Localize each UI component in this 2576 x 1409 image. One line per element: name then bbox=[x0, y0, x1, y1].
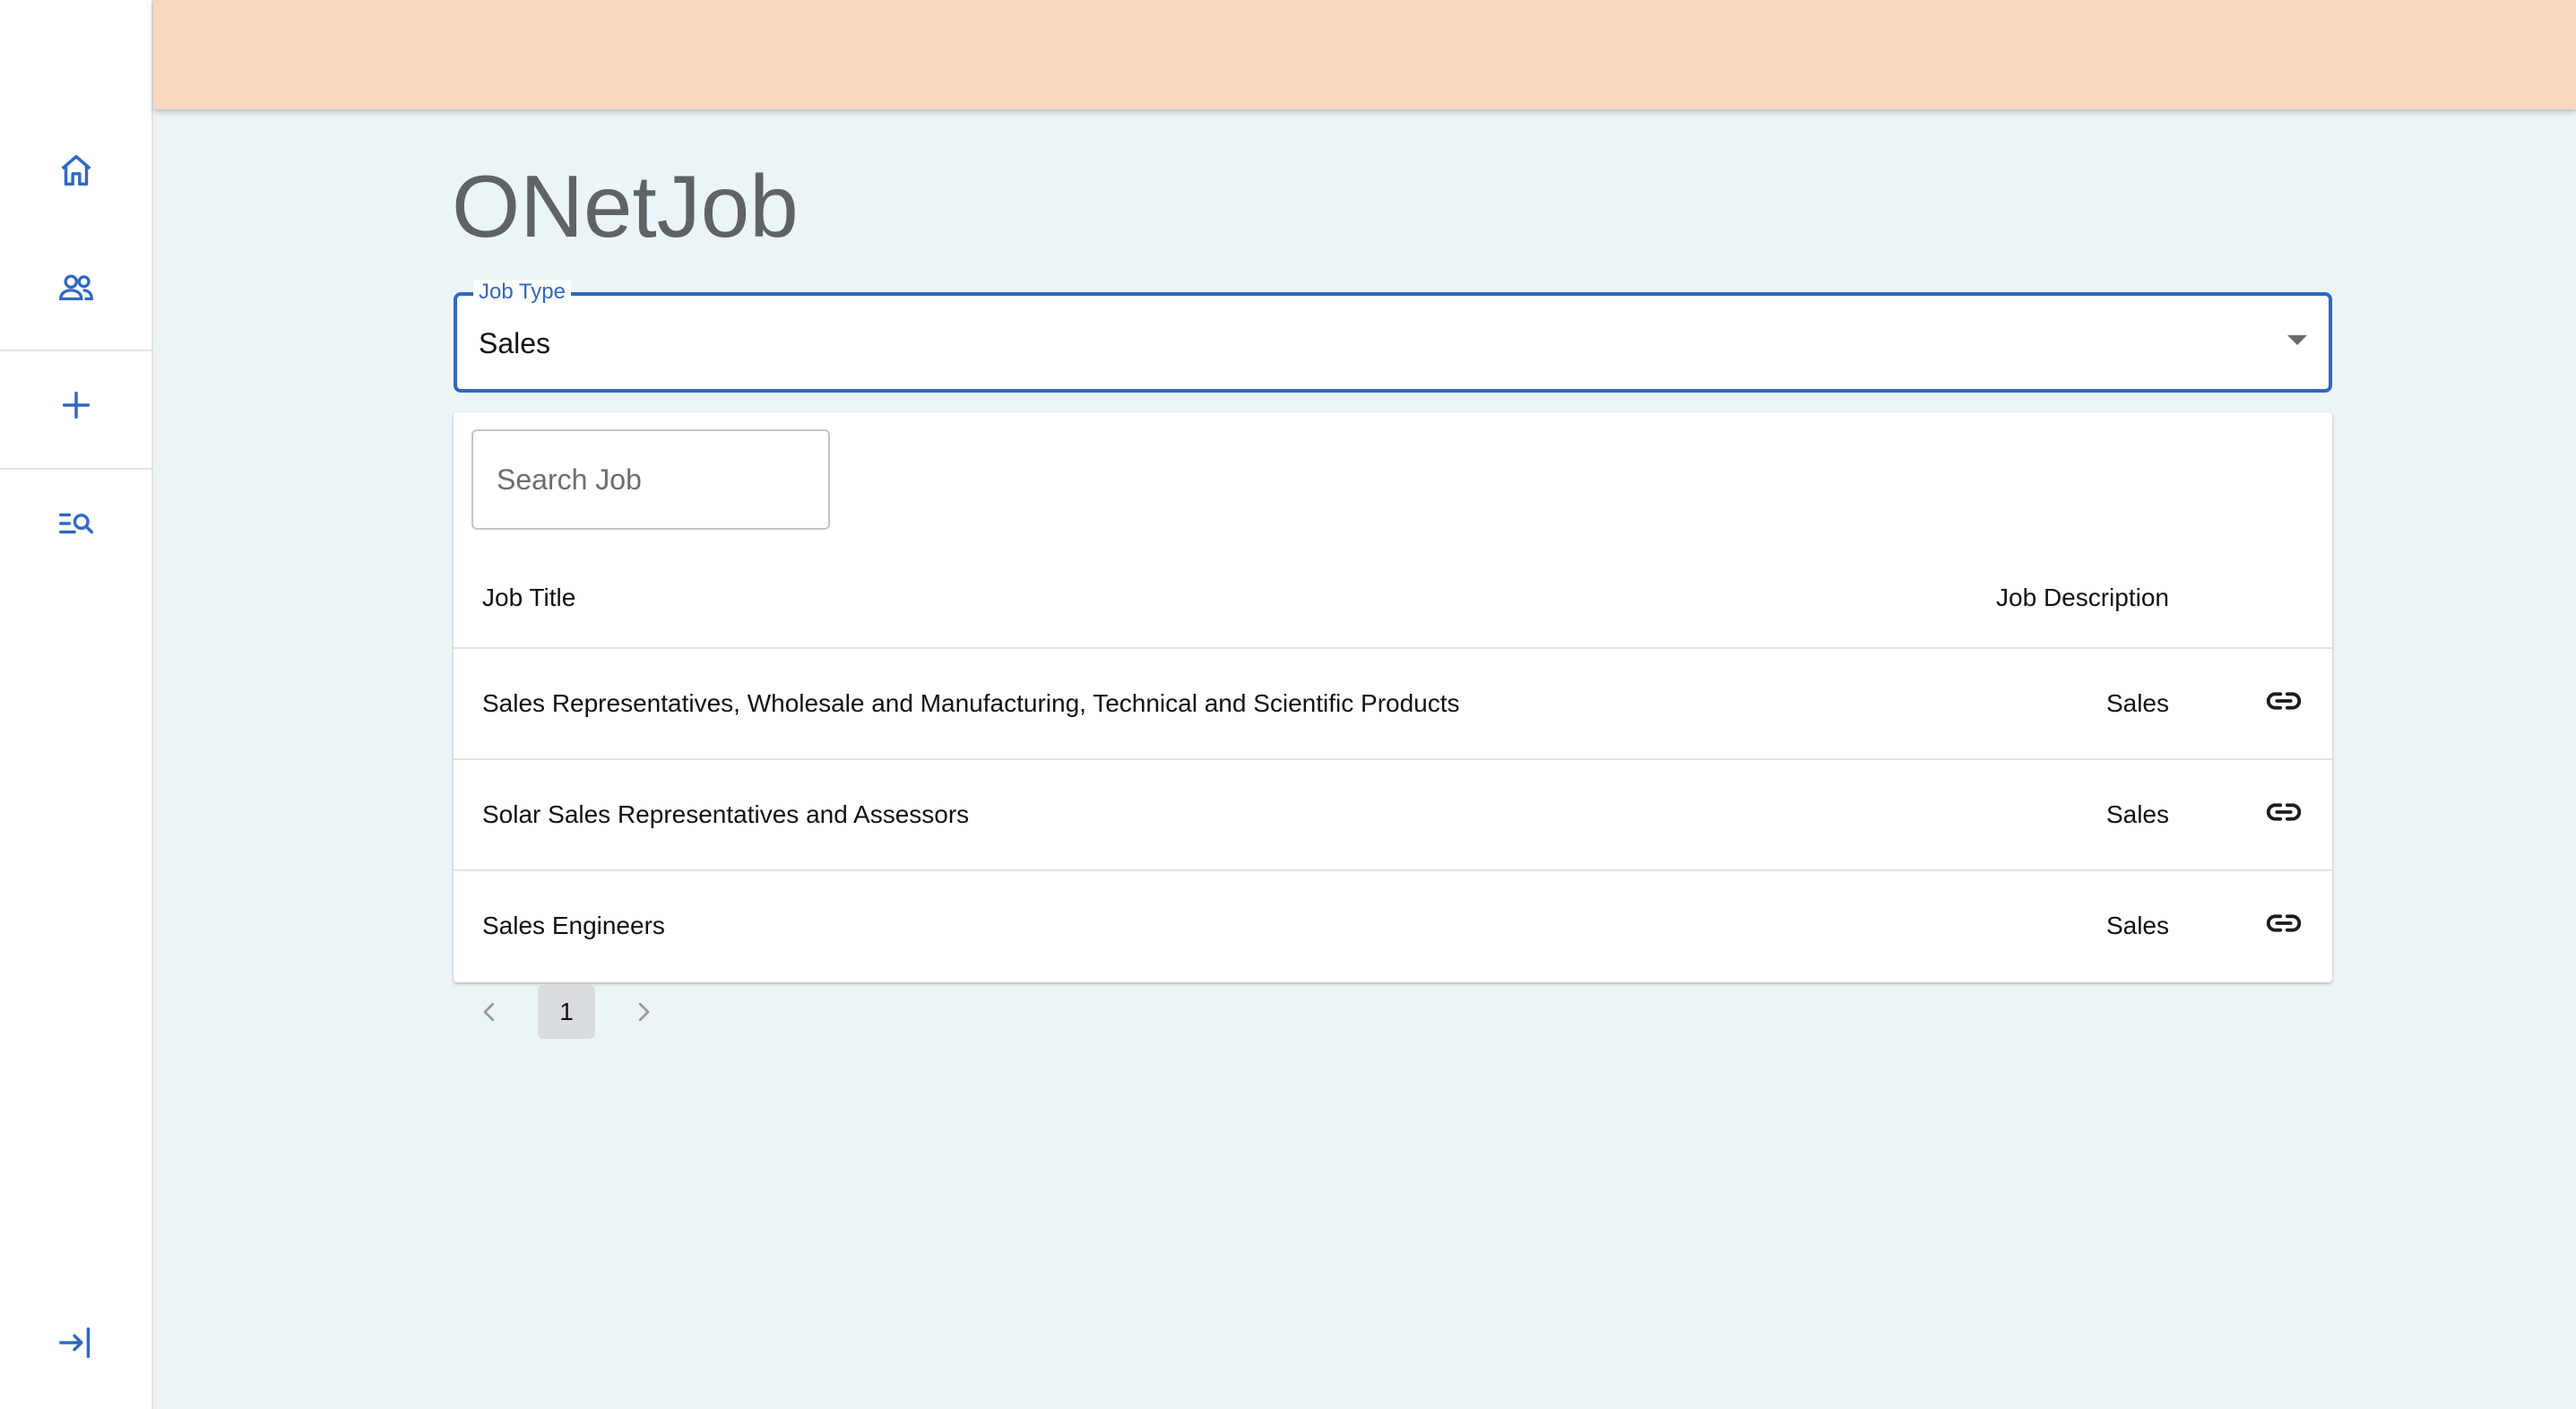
job-title-cell: Solar Sales Representatives and Assessor… bbox=[482, 800, 970, 828]
link-icon bbox=[2266, 803, 2302, 821]
search-job-input[interactable] bbox=[473, 431, 828, 528]
page-title: ONetJob bbox=[452, 157, 799, 255]
chevron-right-icon bbox=[638, 1002, 650, 1022]
sidebar-people-button[interactable] bbox=[0, 228, 151, 346]
login-icon bbox=[58, 1327, 90, 1359]
dropdown-arrow-icon bbox=[2287, 335, 2307, 345]
table-row[interactable]: Solar Sales Representatives and Assessor… bbox=[454, 758, 2332, 869]
search-job-field[interactable] bbox=[471, 429, 830, 530]
job-description-cell: Sales bbox=[2105, 912, 2169, 939]
pagination: 1 bbox=[454, 983, 672, 1041]
people-icon bbox=[58, 274, 93, 301]
app-bar bbox=[153, 0, 2576, 109]
home-icon bbox=[61, 154, 91, 186]
column-header-job-description[interactable]: Job Description bbox=[1996, 583, 2169, 613]
job-table-card: Job Title Job Description Sales Represen… bbox=[454, 412, 2332, 982]
previous-page-button[interactable] bbox=[461, 983, 518, 1041]
add-icon bbox=[62, 391, 90, 419]
sidebar-search-list-button[interactable] bbox=[0, 464, 151, 583]
table-row[interactable]: Sales Engineers Sales bbox=[454, 869, 2332, 981]
sidebar bbox=[0, 0, 153, 1409]
sidebar-home-button[interactable] bbox=[0, 111, 151, 229]
link-icon bbox=[2266, 692, 2302, 710]
link-button[interactable] bbox=[2259, 787, 2309, 837]
column-header-job-title[interactable]: Job Title bbox=[482, 583, 575, 613]
next-page-button[interactable] bbox=[615, 983, 672, 1041]
job-description-cell: Sales bbox=[2105, 689, 2169, 717]
chevron-left-icon bbox=[483, 1002, 495, 1022]
link-button[interactable] bbox=[2259, 676, 2309, 726]
link-icon bbox=[2266, 914, 2302, 932]
job-title-cell: Sales Engineers bbox=[482, 912, 665, 939]
job-description-cell: Sales bbox=[2105, 800, 2169, 828]
table-row[interactable]: Sales Representatives, Wholesale and Man… bbox=[454, 647, 2332, 758]
link-button[interactable] bbox=[2259, 898, 2309, 948]
job-type-label: Job Type bbox=[473, 280, 571, 305]
sidebar-login-button[interactable] bbox=[0, 1284, 151, 1402]
job-type-value: Sales bbox=[479, 327, 551, 359]
sidebar-add-button[interactable] bbox=[0, 346, 151, 464]
job-title-cell: Sales Representatives, Wholesale and Man… bbox=[482, 689, 1460, 717]
search-list-icon bbox=[58, 513, 93, 534]
page-number-button[interactable]: 1 bbox=[538, 985, 595, 1039]
job-type-select[interactable]: Job Type Sales bbox=[454, 280, 2332, 393]
